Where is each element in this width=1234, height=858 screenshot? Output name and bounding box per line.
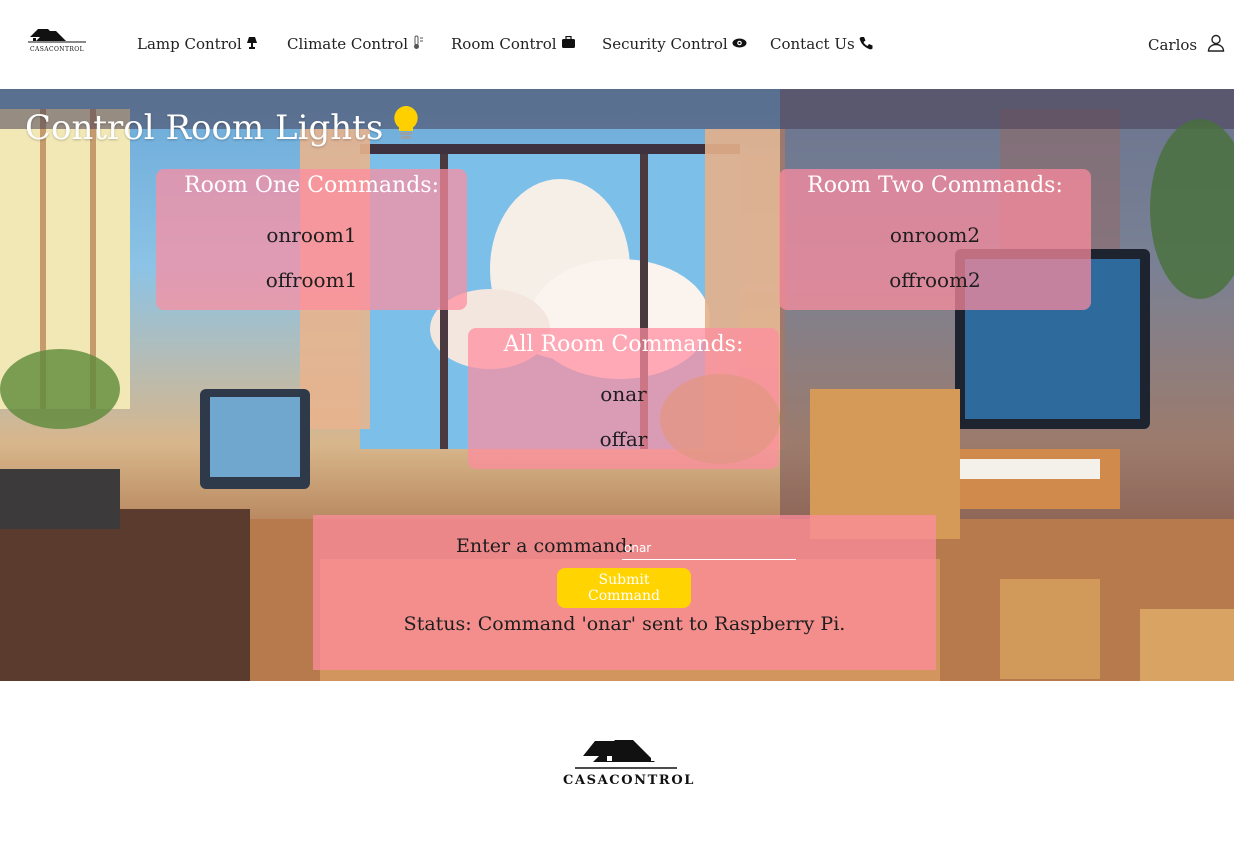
card-heading: All Room Commands: [503,332,744,357]
user-icon [1207,34,1225,56]
lamp-icon [246,36,258,53]
house-logo-icon [575,740,677,769]
brand-name: CASACONTROL [30,46,84,53]
card-heading: Room Two Commands: [807,173,1063,198]
command-item: offroom1 [265,268,358,292]
thermometer-icon [412,35,424,53]
hero-section: Control Room Lights Room One Commands: o… [0,89,1234,681]
card-heading: Room One Commands: [184,173,439,198]
user-menu[interactable]: Carlos [1148,34,1225,56]
command-form: Enter a command: Submit Command Status: … [313,515,936,670]
nav-lamp-control[interactable]: Lamp Control [137,34,258,54]
room-one-commands-card: Room One Commands: onroom1 offroom1 [156,169,467,310]
phone-icon [859,36,873,53]
nav-security-control[interactable]: Security Control [602,34,747,54]
nav-label: Climate Control [287,35,409,53]
submit-command-button[interactable]: Submit Command [557,568,691,608]
brand-name: CASACONTROL [563,773,696,788]
page-title-text: Control Room Lights [25,107,384,148]
command-item: onroom1 [266,223,357,247]
eye-icon [732,38,747,51]
command-item: offroom2 [889,268,981,292]
status-message: Status: Command 'onar' sent to Raspberry… [403,613,846,635]
nav-label: Room Control [451,35,557,53]
command-input[interactable] [622,536,796,560]
command-item: onar [600,382,647,406]
nav-label: Security Control [602,35,728,53]
brand-logo[interactable]: CASACONTROL [26,27,88,55]
nav-label: Lamp Control [137,35,242,53]
nav-label: Contact Us [770,35,855,53]
house-logo-icon [28,29,86,43]
command-item: onroom2 [889,223,981,247]
site-header: CASACONTROL Lamp Control Climate Control… [0,0,1234,89]
lightbulb-icon [391,105,421,150]
command-item: offar [599,427,648,451]
room-two-commands-card: Room Two Commands: onroom2 offroom2 [779,169,1091,310]
nav-room-control[interactable]: Room Control [451,34,576,54]
user-name: Carlos [1148,36,1198,54]
all-room-commands-card: All Room Commands: onar offar [468,328,779,469]
nav-contact-us[interactable]: Contact Us [770,34,873,54]
footer-logo[interactable]: CASACONTROL [563,738,696,794]
nav-climate-control[interactable]: Climate Control [287,34,424,54]
command-label: Enter a command: [456,535,634,557]
page-title: Control Room Lights [25,105,421,150]
briefcase-icon [561,35,576,52]
